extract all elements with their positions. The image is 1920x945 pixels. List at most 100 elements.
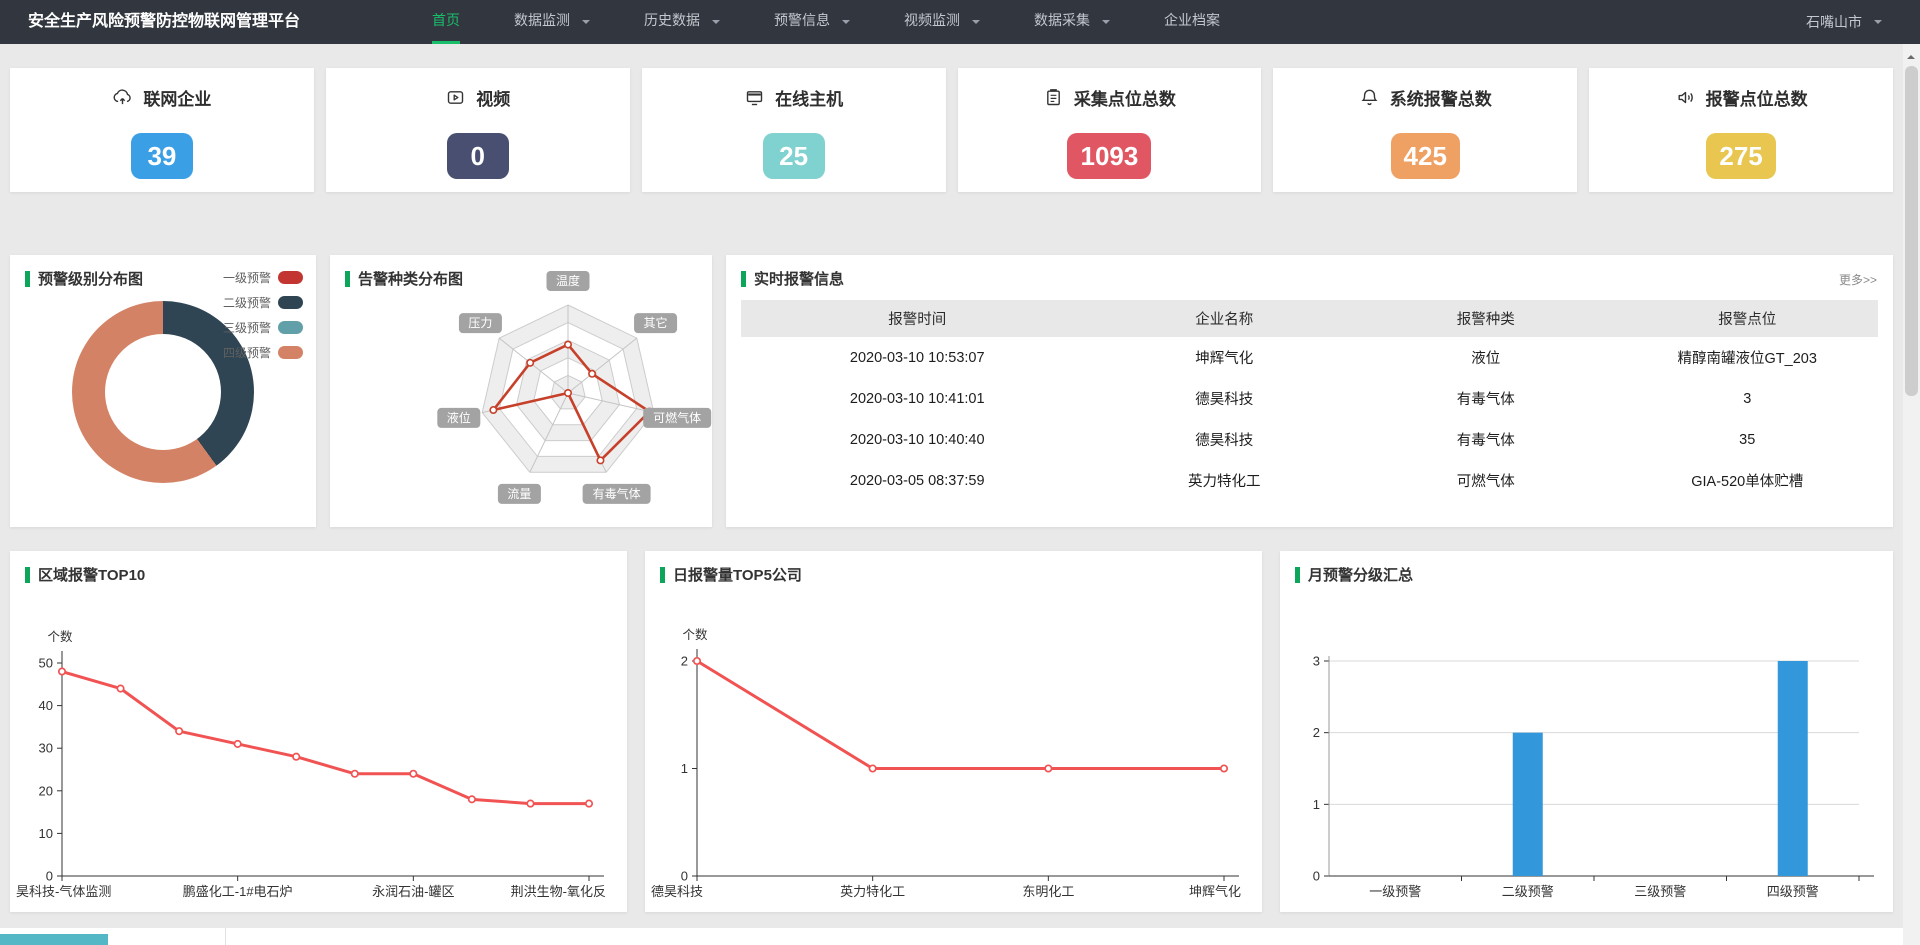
stat-card-online-hosts[interactable]: 在线主机25 xyxy=(642,68,946,192)
stat-label: 采集点位总数 xyxy=(1074,85,1176,110)
middle-row: 预警级别分布图 一级预警二级预警三级预警四级预警 温度其它可燃气体有毒气体流量液… xyxy=(10,255,1893,527)
panel-title-text: 预警级别分布图 xyxy=(38,268,143,289)
title-accent-bar xyxy=(25,567,30,583)
cloud-upload-icon xyxy=(112,87,133,108)
daily-top5-panel: 日报警量TOP5公司 个数012德昊科技英力特化工东明化工坤辉气化 xyxy=(645,551,1262,912)
monitor-icon xyxy=(744,87,765,108)
chevron-down-icon xyxy=(1874,20,1882,28)
more-link[interactable]: 更多>> xyxy=(1839,271,1877,288)
panel-title: 日报警量TOP5公司 xyxy=(660,564,802,585)
nav-item-data-collect[interactable]: 数据采集 xyxy=(1007,0,1137,44)
stat-card-alarm-points-total[interactable]: 报警点位总数 275 xyxy=(1589,68,1893,192)
table-cell: 液位 xyxy=(1355,337,1617,378)
nav-item-label: 首页 xyxy=(432,0,460,44)
stat-card-system-alarm-total[interactable]: 系统报警总数425 xyxy=(1273,68,1577,192)
nav-item-enterprise-archive[interactable]: 企业档案 xyxy=(1137,0,1247,44)
svg-text:英力特化工: 英力特化工 xyxy=(840,884,905,899)
svg-text:坤辉气化: 坤辉气化 xyxy=(1189,884,1241,899)
nav-item-home[interactable]: 首页 xyxy=(405,0,487,44)
stat-label: 系统报警总数 xyxy=(1390,85,1492,110)
stat-label: 联网企业 xyxy=(143,85,211,110)
legend-label: 二级预警 xyxy=(223,294,271,311)
table-row[interactable]: 2020-03-05 08:37:59英力特化工可燃气体GIA-520单体贮槽 xyxy=(741,460,1878,501)
realtime-alarm-panel: 实时报警信息 更多>> 报警时间企业名称报警种类报警点位 2020-03-10 … xyxy=(726,255,1893,527)
donut-legend: 一级预警二级预警三级预警四级预警 xyxy=(223,269,303,369)
clipboard-icon xyxy=(1043,87,1064,108)
table-cell: 德昊科技 xyxy=(1093,419,1355,460)
daily-top5-line-chart: 个数012德昊科技英力特化工东明化工坤辉气化 xyxy=(649,601,1249,907)
scroll-up-arrow-icon[interactable] xyxy=(1907,51,1915,59)
nav-item-label: 数据采集 xyxy=(1034,0,1090,44)
legend-item-四级预警[interactable]: 四级预警 xyxy=(223,344,303,361)
radar-axis-label-其它: 其它 xyxy=(634,313,677,333)
svg-text:40: 40 xyxy=(39,698,53,713)
panel-title-text: 月预警分级汇总 xyxy=(1308,564,1413,585)
next-section-divider xyxy=(225,928,226,945)
panel-title-text: 实时报警信息 xyxy=(754,268,844,289)
alarm-type-panel: 温度其它可燃气体有毒气体流量液位压力 告警种类分布图 xyxy=(330,255,712,527)
region-selector[interactable]: 石嘴山市 xyxy=(1806,0,1920,44)
nav-item-history-data[interactable]: 历史数据 xyxy=(617,0,747,44)
legend-item-一级预警[interactable]: 一级预警 xyxy=(223,269,303,286)
stat-card-header: 系统报警总数 xyxy=(1359,85,1492,110)
table-row[interactable]: 2020-03-10 10:41:01德昊科技有毒气体3 xyxy=(741,378,1878,419)
table-cell: 有毒气体 xyxy=(1355,378,1617,419)
svg-text:四级预警: 四级预警 xyxy=(1767,884,1819,899)
stat-card-connected-enterprises[interactable]: 联网企业39 xyxy=(10,68,314,192)
column-header: 报警时间 xyxy=(741,300,1093,337)
stat-card-header: 联网企业 xyxy=(112,85,211,110)
svg-text:3: 3 xyxy=(1313,654,1320,669)
stat-card-header: 在线主机 xyxy=(744,85,843,110)
table-cell: 有毒气体 xyxy=(1355,419,1617,460)
svg-text:0: 0 xyxy=(681,869,688,884)
legend-swatch xyxy=(278,346,303,359)
chevron-down-icon xyxy=(1102,20,1110,28)
nav-menu: 首页数据监测历史数据 预警信息视频监测数据采集 企业档案 xyxy=(405,0,1247,44)
table-cell: 2020-03-10 10:53:07 xyxy=(741,337,1093,378)
stat-value-badge: 1093 xyxy=(1067,133,1151,179)
stat-value-badge: 275 xyxy=(1706,133,1775,179)
table-cell: 精醇南罐液位GT_203 xyxy=(1616,337,1878,378)
nav-item-warning-info[interactable]: 预警信息 xyxy=(747,0,877,44)
legend-swatch xyxy=(278,296,303,309)
svg-text:1: 1 xyxy=(681,761,688,776)
nav-item-video-monitor[interactable]: 视频监测 xyxy=(877,0,1007,44)
svg-text:10: 10 xyxy=(39,826,53,841)
panel-title-text: 告警种类分布图 xyxy=(358,268,463,289)
svg-text:个数: 个数 xyxy=(682,627,708,642)
table-cell: 坤辉气化 xyxy=(1093,337,1355,378)
table-row[interactable]: 2020-03-10 10:40:40德昊科技有毒气体35 xyxy=(741,419,1878,460)
realtime-alarm-table: 报警时间企业名称报警种类报警点位 2020-03-10 10:53:07坤辉气化… xyxy=(741,300,1878,501)
svg-text:昊科技-气体监测: 昊科技-气体监测 xyxy=(16,884,111,899)
next-section-accent xyxy=(0,934,108,945)
next-section-peek xyxy=(0,928,1903,945)
svg-text:液位: 液位 xyxy=(447,410,471,425)
table-cell: 3 xyxy=(1616,378,1878,419)
nav-item-label: 历史数据 xyxy=(644,0,700,44)
region-top10-line-chart: 个数01020304050昊科技-气体监测鹏盛化工-1#电石炉永润石油-罐区荆洪… xyxy=(14,601,614,907)
legend-item-二级预警[interactable]: 二级预警 xyxy=(223,294,303,311)
stat-card-collect-points-total[interactable]: 采集点位总数 1093 xyxy=(958,68,1262,192)
page-scrollbar[interactable] xyxy=(1903,44,1920,945)
chevron-down-icon xyxy=(712,20,720,28)
scrollbar-thumb[interactable] xyxy=(1905,66,1918,396)
legend-label: 一级预警 xyxy=(223,269,271,286)
panel-title: 告警种类分布图 xyxy=(345,268,463,289)
legend-item-三级预警[interactable]: 三级预警 xyxy=(223,319,303,336)
svg-text:有毒气体: 有毒气体 xyxy=(593,486,641,501)
monthly-summary-bar-chart: 0123一级预警二级预警三级预警四级预警 xyxy=(1284,601,1884,907)
stat-value-badge: 0 xyxy=(447,133,509,179)
panel-title: 月预警分级汇总 xyxy=(1295,564,1413,585)
app-title: 安全生产风险预警防控物联网管理平台 xyxy=(0,0,300,44)
table-cell: 英力特化工 xyxy=(1093,460,1355,501)
panel-title: 预警级别分布图 xyxy=(25,268,143,289)
legend-label: 四级预警 xyxy=(223,344,271,361)
nav-item-data-monitor[interactable]: 数据监测 xyxy=(487,0,617,44)
stat-label: 报警点位总数 xyxy=(1706,85,1808,110)
legend-swatch xyxy=(278,271,303,284)
stat-card-videos[interactable]: 视频0 xyxy=(326,68,630,192)
svg-text:0: 0 xyxy=(46,869,53,884)
table-row[interactable]: 2020-03-10 10:53:07坤辉气化液位精醇南罐液位GT_203 xyxy=(741,337,1878,378)
nav-item-label: 企业档案 xyxy=(1164,0,1220,44)
chevron-down-icon xyxy=(582,20,590,28)
